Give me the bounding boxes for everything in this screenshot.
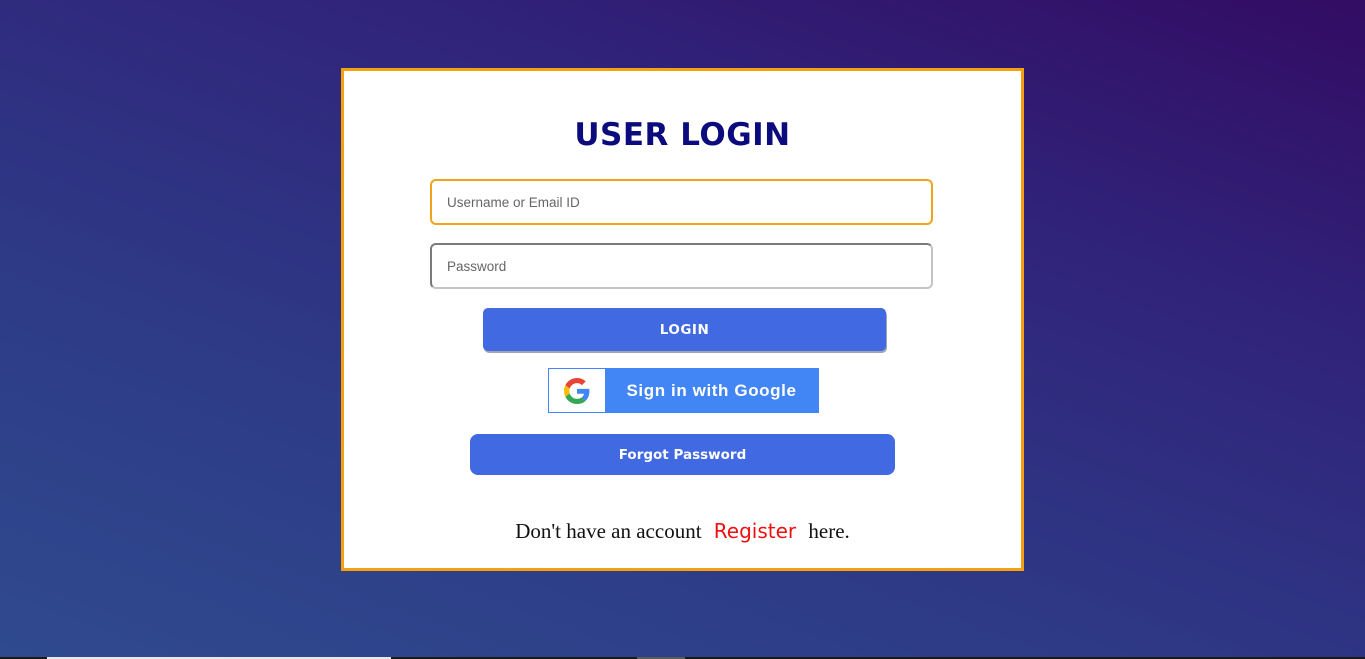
register-link[interactable]: Register (714, 519, 796, 543)
forgot-password-button[interactable]: Forgot Password (470, 434, 895, 475)
google-g-icon (549, 369, 605, 412)
register-prompt: Don't have an account Register here. (344, 519, 1021, 544)
username-input[interactable] (430, 179, 933, 225)
register-prefix: Don't have an account (515, 519, 702, 543)
google-signin-label: Sign in with Google (626, 380, 797, 400)
login-button[interactable]: LOGIN (483, 308, 886, 351)
page-title: USER LOGIN (574, 117, 791, 153)
login-card: USER LOGIN LOGIN Sign in with Google For… (341, 68, 1024, 571)
register-suffix: here. (808, 519, 850, 543)
password-input[interactable] (430, 243, 933, 289)
google-signin-button[interactable]: Sign in with Google (548, 368, 819, 413)
